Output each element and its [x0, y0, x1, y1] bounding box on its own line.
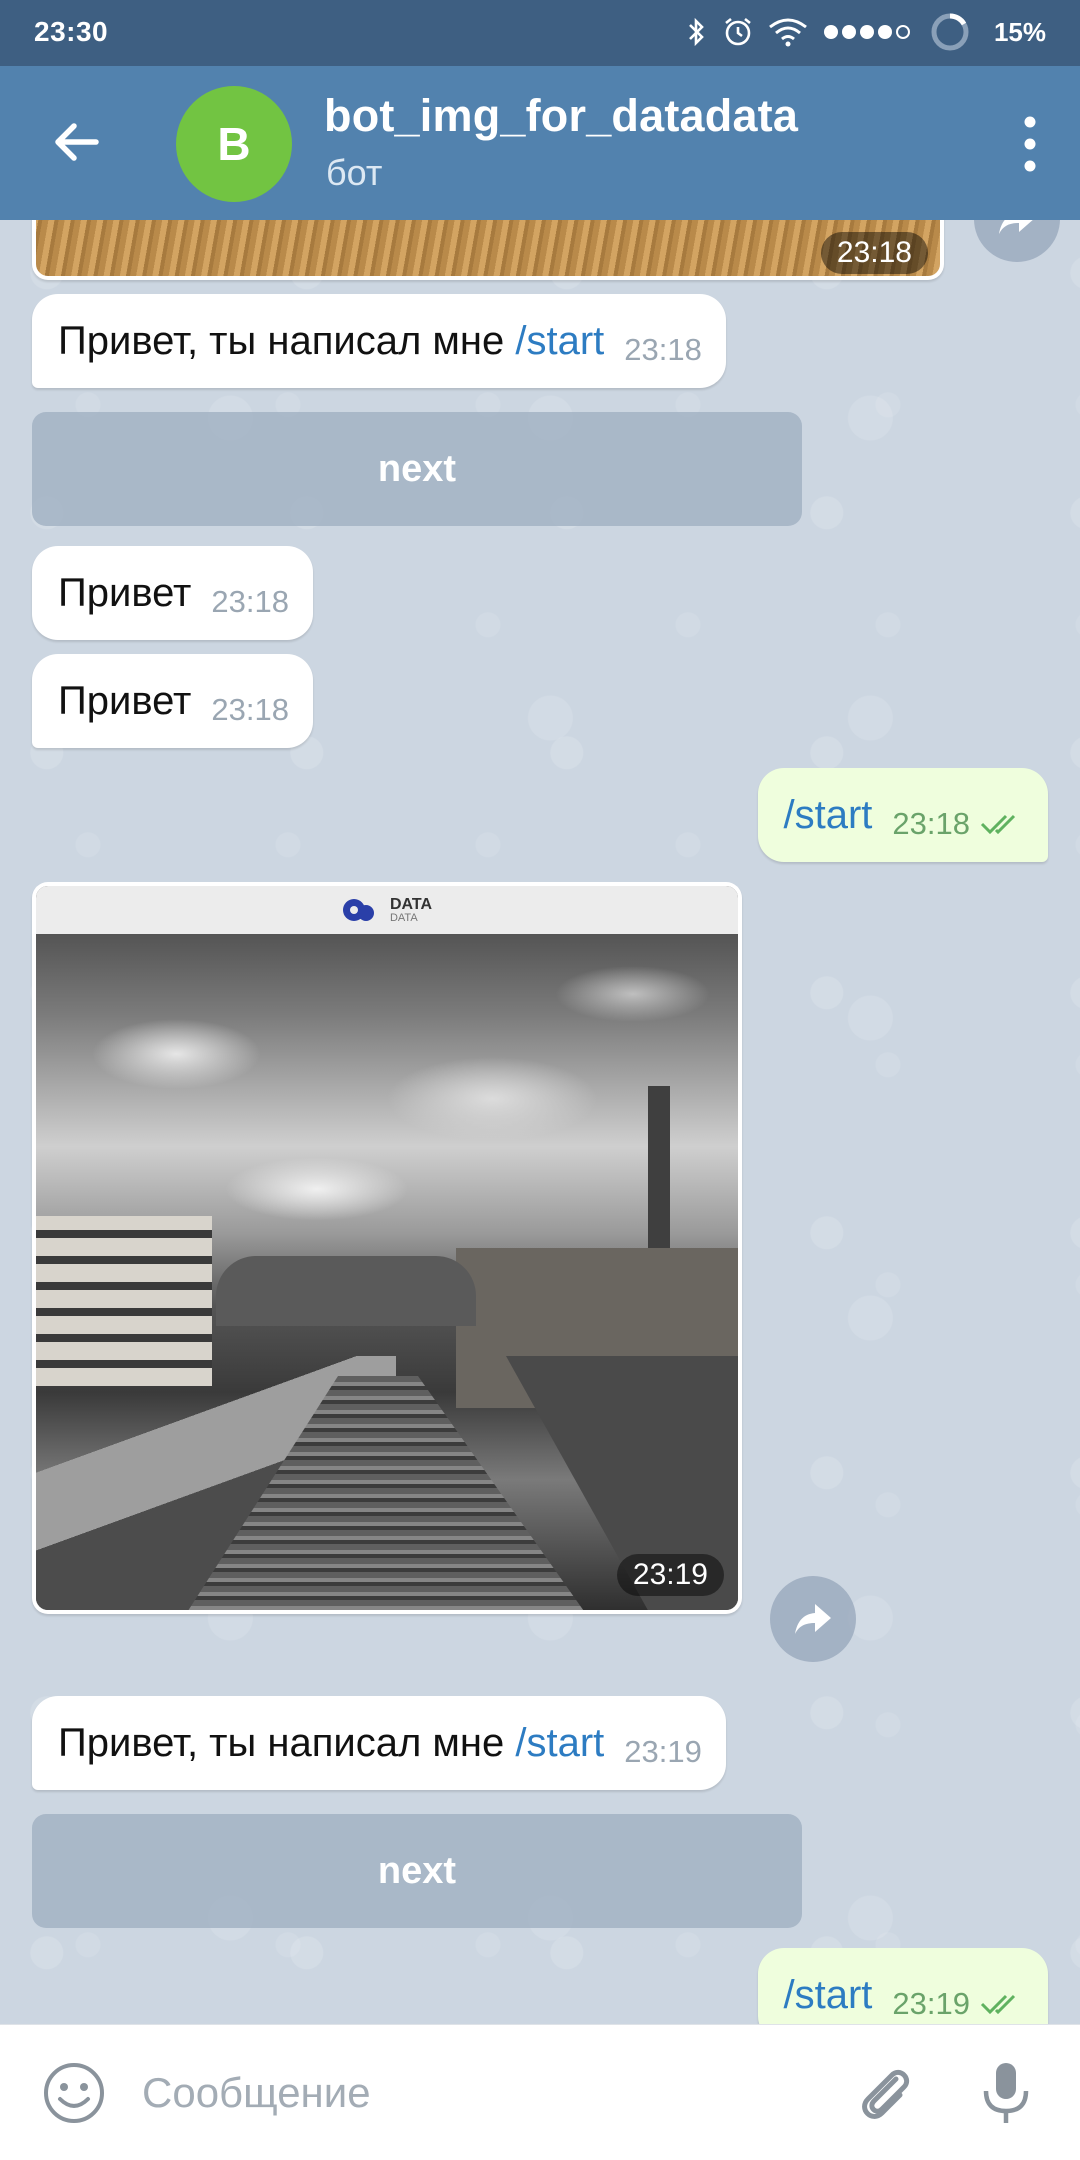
message-time: 23:19 [624, 1734, 702, 1769]
message-text: Привет [58, 570, 192, 615]
image-time: 23:18 [820, 232, 928, 274]
avatar[interactable]: B [176, 86, 292, 202]
message-text: Привет [58, 678, 192, 723]
wheat-field-photo [36, 220, 940, 276]
share-button[interactable] [770, 1576, 856, 1662]
message-bubble[interactable]: Привет 23:18 [32, 546, 313, 640]
battery-icon [931, 13, 969, 51]
command-link[interactable]: /start [784, 1973, 873, 2018]
share-icon [795, 1604, 831, 1634]
logo-subtitle: DATA [389, 911, 418, 924]
back-arrow-icon[interactable] [44, 110, 108, 174]
message-time: 23:18 [624, 332, 702, 367]
outgoing-message-bubble[interactable]: /start 23:18 [757, 768, 1048, 862]
keyboard-button-next[interactable]: next [32, 412, 802, 526]
logo-title: DATA [389, 895, 433, 913]
more-vert-icon[interactable] [1010, 108, 1050, 180]
message-text: Привет, ты написал мне /start [58, 1721, 604, 1766]
message-bubble[interactable]: Привет 23:18 [32, 654, 313, 748]
message-time: 23:18 [892, 806, 970, 841]
attach-icon[interactable] [848, 2057, 920, 2129]
trees [216, 1256, 476, 1326]
image-time: 23:19 [616, 1554, 724, 1596]
message-input[interactable] [142, 2055, 792, 2131]
image-message[interactable]: DATA DATA 23:19 [32, 882, 742, 1614]
share-button-top[interactable] [974, 220, 1060, 262]
message-text-body: Привет, ты написал мне [58, 318, 516, 363]
message-time: 23:19 [892, 1986, 970, 2021]
status-time: 23:30 [34, 16, 109, 47]
message-time: 23:18 [211, 692, 289, 727]
outgoing-message-bubble[interactable]: /start 23:19 [757, 1948, 1048, 2024]
image-message-top[interactable]: 23:18 [32, 220, 944, 280]
message-time: 23:18 [211, 584, 289, 619]
chat-area[interactable]: 23:18 Привет, ты написал мне /start 23:1… [0, 220, 1080, 2024]
message-bubble[interactable]: Привет, ты написал мне /start 23:19 [32, 1696, 726, 1790]
wifi-icon [769, 18, 807, 47]
double-check-icon [980, 1994, 1016, 2015]
battery-level: 15% [993, 16, 1046, 47]
bluetooth-icon [689, 17, 704, 47]
chat-subtitle: бот [326, 152, 383, 193]
command-link[interactable]: /start [515, 1721, 604, 1765]
status-icons: 15% [686, 12, 1046, 52]
datadata-logo-icon [342, 899, 374, 921]
command-link[interactable]: /start [784, 793, 873, 838]
logo-bar: DATA DATA [36, 886, 738, 934]
message-composer [0, 2024, 1080, 2160]
message-text: Привет, ты написал мне /start [58, 319, 604, 364]
emoji-icon[interactable] [40, 2059, 108, 2127]
double-check-icon [980, 814, 1016, 835]
alarm-icon [725, 17, 751, 46]
canal-photo: DATA DATA 23:19 [36, 886, 738, 1610]
share-icon [999, 220, 1033, 234]
chat-header: B bot_img_for_datadata бот [0, 66, 1080, 220]
command-link[interactable]: /start [515, 319, 604, 363]
logo-text: DATA DATA [389, 895, 433, 924]
message-bubble[interactable]: Привет, ты написал мне /start 23:18 [32, 294, 726, 388]
message-text-body: Привет, ты написал мне [58, 1720, 516, 1765]
status-bar: 23:30 15% [0, 0, 1080, 66]
signal-icon [823, 25, 910, 39]
clouds [36, 934, 738, 1234]
keyboard-button-next[interactable]: next [32, 1814, 802, 1928]
microphone-icon[interactable] [976, 2057, 1036, 2129]
chat-title[interactable]: bot_img_for_datadata [324, 90, 798, 142]
